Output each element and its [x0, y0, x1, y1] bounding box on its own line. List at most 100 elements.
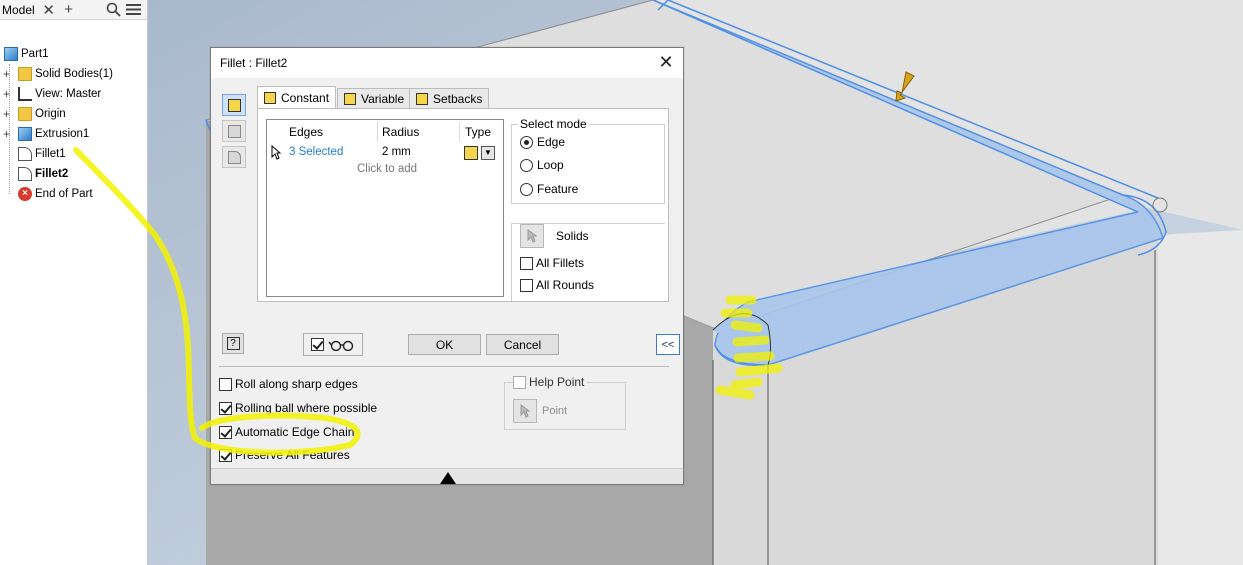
browser-tab-model[interactable]: Model	[0, 3, 35, 17]
all-fillets-checkbox[interactable]: All Fillets	[520, 256, 584, 270]
ok-button[interactable]: OK	[408, 334, 481, 355]
checkbox[interactable]	[219, 448, 232, 462]
dialog-resize-strip[interactable]	[211, 468, 683, 484]
checkbox[interactable]	[520, 278, 533, 292]
preview-toggle[interactable]	[303, 333, 363, 356]
tree-item-label: Fillet2	[35, 168, 69, 180]
full-round-fillet-mode-button[interactable]	[222, 146, 246, 168]
triangle-up-icon	[440, 472, 456, 484]
preserve-all-features-checkbox[interactable]: Preserve All Features	[219, 448, 350, 462]
radio-loop[interactable]: Loop	[520, 158, 564, 172]
select-mode-title: Select mode	[518, 117, 589, 131]
expand-icon[interactable]: +	[2, 67, 11, 81]
automatic-edge-chain-checkbox[interactable]: Automatic Edge Chain	[219, 425, 354, 439]
radio-feature[interactable]: Feature	[520, 182, 578, 196]
help-icon: ?	[226, 337, 240, 350]
tree-item-label: Solid Bodies(1)	[35, 68, 113, 80]
checkbox[interactable]	[219, 401, 232, 415]
tree-item-view-master[interactable]: + View: Master	[0, 84, 101, 104]
tab-constant[interactable]: Constant	[257, 86, 337, 109]
end-of-part-icon: ×	[18, 187, 32, 201]
pointer-icon	[520, 404, 530, 418]
setbacks-icon	[416, 93, 428, 105]
menu-icon[interactable]	[125, 1, 143, 19]
expand-icon[interactable]: +	[2, 127, 11, 141]
help-point-checkbox[interactable]: Help Point	[513, 375, 588, 389]
type-cell[interactable]: ▼	[464, 144, 500, 162]
edge-fillet-mode-button[interactable]	[222, 94, 246, 116]
radio-label: Edge	[537, 135, 566, 149]
checkbox[interactable]	[310, 338, 324, 351]
checkbox-label: Preserve All Features	[235, 448, 350, 462]
point-label: Point	[542, 405, 568, 417]
glasses-icon	[327, 340, 353, 351]
tree-item-origin[interactable]: + Origin	[0, 104, 66, 124]
tab-label: Constant	[281, 91, 330, 105]
tree-item-fillet2[interactable]: Fillet2	[18, 164, 68, 184]
add-icon[interactable]: +	[60, 1, 78, 19]
dialog-title: Fillet : Fillet2	[220, 56, 288, 70]
checkbox[interactable]	[520, 256, 533, 270]
search-icon[interactable]	[105, 1, 123, 19]
checkbox-label: All Fillets	[536, 256, 585, 270]
solids-select-button[interactable]	[520, 224, 544, 248]
pointer-icon	[271, 145, 281, 160]
point-select-button[interactable]	[513, 399, 537, 423]
expand-icon[interactable]: +	[2, 87, 11, 101]
collapse-options-button[interactable]: <<	[656, 334, 680, 355]
tree-item-fillet1[interactable]: Fillet1	[18, 144, 66, 164]
folder-icon	[18, 107, 32, 121]
column-header-type[interactable]: Type	[465, 122, 491, 142]
face-fillet-icon	[227, 124, 241, 138]
tree-item-extrusion1[interactable]: + Extrusion1	[0, 124, 89, 144]
help-button[interactable]: ?	[222, 333, 244, 354]
tab-setbacks[interactable]: Setbacks	[409, 88, 490, 109]
tree-item-part[interactable]: Part1	[4, 44, 49, 64]
tree-item-end-of-part[interactable]: × End of Part	[18, 184, 93, 204]
all-rounds-checkbox[interactable]: All Rounds	[520, 278, 594, 292]
radio-button[interactable]	[520, 135, 533, 149]
tree-item-label: Origin	[35, 108, 66, 120]
constant-icon	[264, 92, 276, 104]
checkbox-label: Automatic Edge Chain	[235, 425, 355, 439]
checkbox-label: Roll along sharp edges	[235, 377, 358, 391]
tangent-fillet-icon	[464, 146, 478, 160]
column-header-edges[interactable]: Edges	[289, 122, 323, 142]
tab-variable[interactable]: Variable	[337, 88, 412, 109]
dialog-title-bar: Fillet : Fillet2 ✕	[211, 48, 683, 78]
full-round-fillet-icon	[227, 150, 241, 164]
close-icon[interactable]: ✕	[40, 1, 58, 19]
checkbox[interactable]	[219, 425, 232, 439]
radio-button[interactable]	[520, 182, 533, 196]
folder-icon	[18, 67, 32, 81]
tree-item-label: View: Master	[35, 88, 102, 100]
tab-label: Setbacks	[433, 92, 483, 106]
close-icon[interactable]: ✕	[657, 53, 675, 72]
radio-edge[interactable]: Edge	[520, 135, 565, 149]
view-icon	[18, 87, 32, 101]
edge-sets-grid[interactable]: Edges Radius Type 3 Selected 2 mm ▼ Clic…	[266, 119, 504, 297]
help-point-group: Help Point Point	[504, 375, 626, 430]
part-icon	[4, 47, 18, 61]
rolling-ball-checkbox[interactable]: Rolling ball where possible	[219, 401, 377, 415]
tree-item-label: Part1	[21, 48, 49, 60]
solids-group: Solids All Fillets All Rounds	[511, 223, 665, 301]
expand-icon[interactable]: +	[2, 107, 11, 121]
checkbox[interactable]	[219, 377, 232, 391]
checkbox[interactable]	[513, 375, 526, 389]
click-to-add-row[interactable]: Click to add	[357, 163, 417, 175]
edges-selected-cell[interactable]: 3 Selected	[289, 146, 343, 158]
tree-item-solid-bodies[interactable]: + Solid Bodies(1)	[0, 64, 113, 84]
browser-header: Model ✕ +	[0, 0, 147, 20]
cancel-button[interactable]: Cancel	[486, 334, 559, 355]
column-header-radius[interactable]: Radius	[382, 122, 419, 142]
variable-icon	[344, 93, 356, 105]
roll-along-sharp-edges-checkbox[interactable]: Roll along sharp edges	[219, 377, 358, 391]
chevron-down-icon[interactable]: ▼	[481, 146, 495, 160]
checkbox-label: Help Point	[529, 375, 585, 389]
radio-button[interactable]	[520, 158, 533, 172]
tree-item-label: Fillet1	[35, 148, 66, 160]
model-browser: Model ✕ + Part1 + Solid Bodies(1) + View…	[0, 0, 148, 565]
radius-cell[interactable]: 2 mm	[382, 146, 411, 158]
face-fillet-mode-button[interactable]	[222, 120, 246, 142]
